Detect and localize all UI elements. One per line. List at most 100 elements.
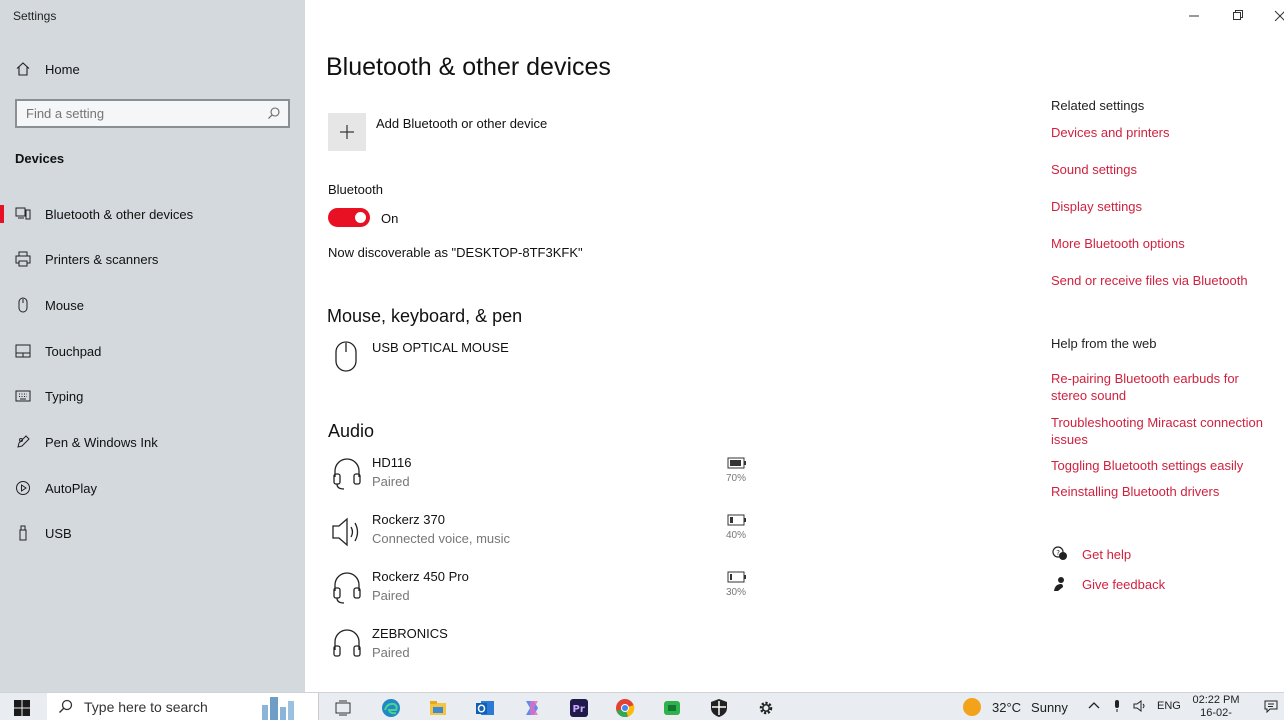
sidebar-item-bluetooth[interactable]: Bluetooth & other devices	[0, 196, 305, 232]
help-link-miracast[interactable]: Troubleshooting Miracast connection issu…	[1051, 414, 1276, 448]
weather-condition: Sunny	[1031, 699, 1068, 715]
minimize-icon	[1189, 15, 1199, 17]
get-help-label[interactable]: Get help	[1082, 547, 1131, 562]
device-name: Rockerz 370	[372, 512, 445, 527]
notification-icon[interactable]	[1264, 699, 1278, 713]
help-link-reinstalling-drivers[interactable]: Reinstalling Bluetooth drivers	[1051, 483, 1276, 500]
device-rockerz-370[interactable]: Rockerz 370 Connected voice, music 40%	[328, 512, 758, 560]
sidebar-item-typing[interactable]: Typing	[0, 378, 305, 414]
sidebar-item-label: Typing	[45, 388, 84, 404]
bluetooth-state-label: On	[381, 211, 399, 226]
battery-percent: 40%	[725, 530, 746, 541]
sidebar-item-label: Printers & scanners	[45, 251, 159, 267]
close-button[interactable]	[1272, 8, 1284, 22]
pen-icon	[15, 434, 31, 450]
task-view-icon[interactable]	[333, 698, 353, 718]
printer-icon	[15, 251, 31, 267]
svg-text:?: ?	[1056, 549, 1060, 557]
volume-icon[interactable]	[1133, 699, 1147, 713]
related-settings-heading: Related settings	[1051, 98, 1145, 113]
device-usb-optical-mouse[interactable]: USB OPTICAL MOUSE	[328, 340, 758, 388]
headphones-icon	[333, 629, 361, 657]
sidebar-item-label: Bluetooth & other devices	[45, 206, 194, 222]
link-display-settings[interactable]: Display settings	[1051, 198, 1276, 215]
chrome-icon[interactable]	[615, 698, 635, 718]
taskbar-search[interactable]: Type here to search	[47, 693, 319, 720]
sidebar-item-autoplay[interactable]: AutoPlay	[0, 470, 305, 506]
sidebar: Settings Home Devices Bluetooth & other …	[0, 0, 305, 692]
give-feedback-link[interactable]: Give feedback	[1051, 575, 1165, 593]
discoverable-text: Now discoverable as "DESKTOP-8TF3KFK"	[328, 245, 583, 260]
taskbar: Type here to search Pr 32°C Sunny ENG 02…	[0, 692, 1284, 720]
device-hd116[interactable]: HD116 Paired 70%	[328, 455, 758, 503]
sidebar-item-printers[interactable]: Printers & scanners	[0, 241, 305, 277]
sidebar-item-pen[interactable]: Pen & Windows Ink	[0, 424, 305, 460]
bluetooth-toggle[interactable]	[328, 208, 370, 227]
sidebar-item-usb[interactable]: USB	[0, 515, 305, 551]
get-help-link[interactable]: ? Get help	[1051, 545, 1131, 563]
taskbar-search-placeholder: Type here to search	[84, 699, 208, 715]
battery-icon	[727, 457, 746, 469]
page-title: Bluetooth & other devices	[326, 53, 611, 81]
link-devices-and-printers[interactable]: Devices and printers	[1051, 124, 1276, 141]
restore-icon	[1233, 10, 1243, 20]
bluetooth-label: Bluetooth	[328, 182, 383, 197]
device-zebronics[interactable]: ZEBRONICS Paired	[328, 626, 758, 674]
minimize-button[interactable]	[1187, 8, 1201, 22]
clock-time: 02:22 PM	[1192, 694, 1240, 706]
mouse-icon	[335, 341, 357, 372]
chevron-up-icon[interactable]	[1087, 699, 1101, 713]
weather-widget[interactable]: 32°C Sunny	[963, 698, 1068, 716]
home-label: Home	[45, 61, 80, 77]
windows-start-icon[interactable]	[13, 699, 31, 717]
language-indicator[interactable]: ENG	[1157, 700, 1181, 712]
search-icon[interactable]	[267, 106, 281, 125]
search-highlight-icon	[262, 697, 294, 720]
file-explorer-icon[interactable]	[428, 698, 448, 718]
mouse-icon	[15, 297, 31, 313]
devices-section-heading: Devices	[15, 151, 65, 166]
help-link-toggling-bluetooth[interactable]: Toggling Bluetooth settings easily	[1051, 457, 1276, 474]
help-link-repairing-earbuds[interactable]: Re-pairing Bluetooth earbuds for stereo …	[1051, 370, 1276, 404]
settings-gear-icon[interactable]	[756, 698, 776, 718]
battery-icon	[727, 514, 746, 526]
headset-icon	[333, 572, 361, 604]
sidebar-item-touchpad[interactable]: Touchpad	[0, 333, 305, 369]
device-status: Paired	[372, 588, 410, 603]
home-button[interactable]: Home	[0, 51, 305, 87]
outlook-icon[interactable]	[475, 698, 495, 718]
gamebar-icon[interactable]	[662, 698, 682, 718]
link-more-bluetooth-options[interactable]: More Bluetooth options	[1051, 235, 1276, 252]
edge-browser-icon[interactable]	[381, 698, 401, 718]
link-sound-settings[interactable]: Sound settings	[1051, 161, 1276, 178]
security-shield-icon[interactable]	[709, 698, 729, 718]
device-name: Rockerz 450 Pro	[372, 569, 469, 584]
add-device-button[interactable]	[328, 113, 366, 151]
premiere-pro-icon[interactable]: Pr	[569, 698, 589, 718]
bluetooth-devices-icon	[15, 206, 31, 222]
copilot-icon[interactable]	[522, 698, 542, 718]
device-status: Connected voice, music	[372, 531, 511, 546]
battery-icon	[727, 571, 746, 583]
sidebar-item-label: USB	[45, 525, 72, 541]
give-feedback-label[interactable]: Give feedback	[1082, 577, 1165, 592]
sunny-icon	[963, 698, 981, 716]
link-send-receive-bluetooth[interactable]: Send or receive files via Bluetooth	[1051, 272, 1276, 289]
home-icon	[15, 61, 31, 77]
restore-button[interactable]	[1231, 8, 1245, 22]
add-device-label[interactable]: Add Bluetooth or other device	[376, 116, 547, 131]
find-setting-input[interactable]	[17, 101, 257, 126]
toggle-knob	[355, 212, 366, 223]
plus-icon	[340, 125, 354, 139]
sidebar-item-label: Mouse	[45, 297, 85, 313]
usb-icon	[15, 525, 31, 541]
sidebar-item-mouse[interactable]: Mouse	[0, 287, 305, 323]
svg-text:Pr: Pr	[573, 704, 585, 715]
headset-icon	[333, 458, 361, 490]
device-rockerz-450-pro[interactable]: Rockerz 450 Pro Paired 30%	[328, 569, 758, 617]
speaker-icon	[332, 517, 359, 547]
microphone-icon[interactable]	[1110, 699, 1124, 713]
find-setting-search[interactable]	[15, 99, 290, 128]
device-name: USB OPTICAL MOUSE	[372, 340, 509, 355]
taskbar-clock[interactable]: 02:22 PM 16-02-2026	[1190, 694, 1242, 720]
